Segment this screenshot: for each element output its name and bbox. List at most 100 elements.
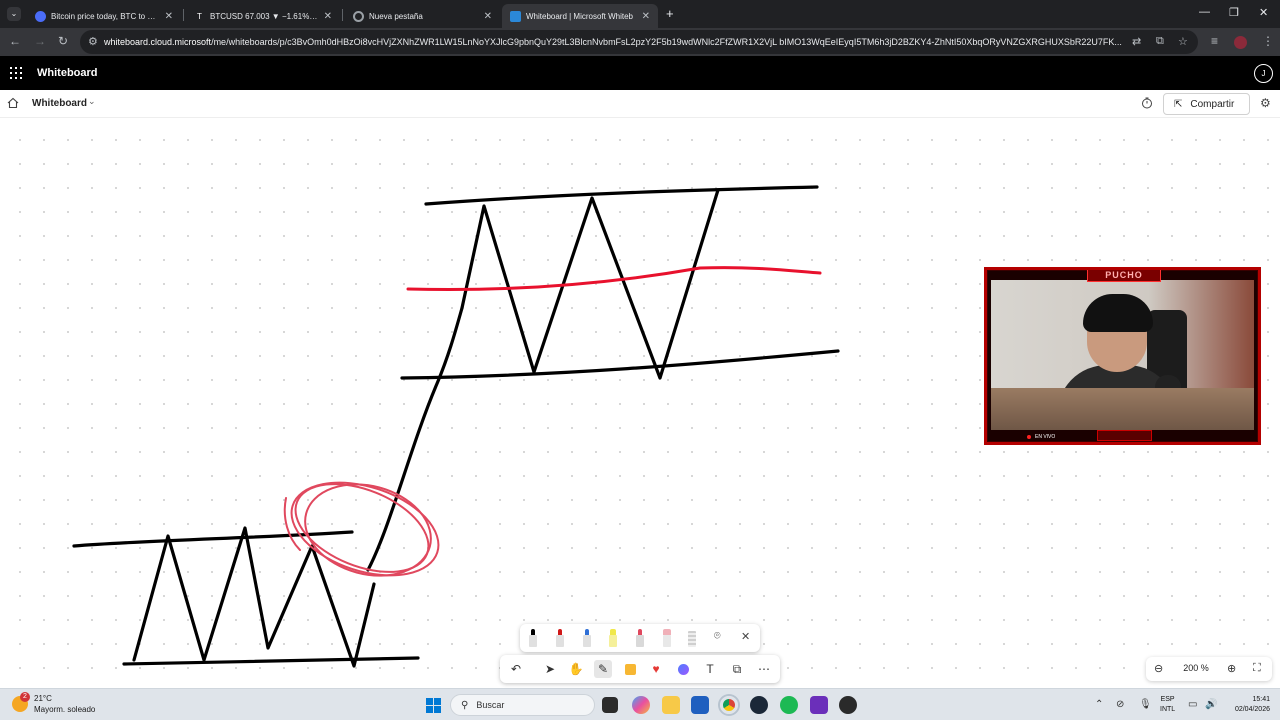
site-info-icon[interactable]: ⚙: [88, 35, 98, 48]
spotify-icon[interactable]: [780, 696, 798, 714]
media-control-icon[interactable]: ≡: [1211, 34, 1218, 48]
task-view-icon[interactable]: [602, 697, 618, 713]
tradingview-icon: T: [194, 10, 205, 22]
browser-tab-new[interactable]: Nueva pestaña ✕: [345, 4, 500, 28]
address-bar[interactable]: ⚙ whiteboard.cloud.microsoft/me/whiteboa…: [80, 30, 1198, 54]
ink-toolbar: ⌾ ✕: [520, 624, 760, 652]
forward-icon[interactable]: →: [34, 34, 46, 48]
share-button[interactable]: ⇱ Compartir: [1163, 93, 1250, 115]
show-hidden-icons-icon[interactable]: ⌃: [1095, 699, 1103, 710]
ink-top-line-upper: [424, 185, 819, 206]
ink-base-line-upper: [400, 349, 840, 380]
close-window-icon[interactable]: ✕: [1259, 6, 1268, 19]
weather-sun-icon: 2: [12, 692, 30, 712]
restore-icon[interactable]: ❐: [1229, 6, 1239, 19]
tab-search-button[interactable]: ⌄: [7, 7, 21, 21]
display-icon[interactable]: ▭: [1188, 699, 1197, 710]
lang-code: ESP: [1160, 696, 1175, 703]
back-icon[interactable]: ←: [9, 34, 21, 48]
black-pen-icon[interactable]: [528, 629, 538, 649]
sticky-note-icon[interactable]: [621, 660, 639, 678]
eraser-icon[interactable]: [662, 629, 672, 649]
user-avatar[interactable]: J: [1254, 64, 1273, 83]
file-explorer-icon[interactable]: [662, 696, 680, 714]
zoom-out-icon[interactable]: ⊖: [1154, 662, 1163, 675]
tab-title: Nueva pestaña: [369, 11, 423, 21]
webcam-overlay: PUCHO EN VIVO: [984, 267, 1261, 445]
more-tools-icon[interactable]: ⋯: [755, 660, 773, 678]
tab-title: BTCUSD 67.003 ▼ −1.61% Sin n: [210, 11, 318, 21]
keyboard-language[interactable]: ESP INTL: [1160, 695, 1175, 715]
tab-title: Bitcoin price today, BTC to USD: [51, 11, 159, 21]
zoom-in-icon[interactable]: ⊕: [1227, 662, 1236, 675]
search-placeholder: Buscar: [476, 700, 505, 710]
obs-icon[interactable]: [839, 696, 857, 714]
profile-avatar[interactable]: [1234, 36, 1247, 49]
settings-gear-icon[interactable]: ⚙: [1260, 96, 1271, 110]
close-ink-toolbar-icon[interactable]: ✕: [741, 630, 750, 643]
close-tab-icon[interactable]: ✕: [484, 11, 492, 22]
desk: [991, 388, 1254, 430]
keyboard-layout: INTL: [1160, 706, 1176, 713]
browser-tab-whiteboard[interactable]: Whiteboard | Microsoft Whiteb ✕: [502, 4, 658, 28]
ruler-icon[interactable]: [687, 629, 697, 649]
shapes-icon[interactable]: ⧉: [728, 660, 746, 678]
live-indicator: EN VIVO: [1027, 431, 1055, 442]
zoom-level[interactable]: 200 %: [1182, 663, 1210, 673]
close-tab-icon[interactable]: ✕: [642, 11, 650, 22]
close-tab-icon[interactable]: ✕: [165, 11, 173, 22]
chevron-down-icon[interactable]: ⌄: [88, 96, 96, 107]
pan-hand-icon[interactable]: ✋: [567, 660, 585, 678]
bookmark-star-icon[interactable]: ☆: [1178, 35, 1188, 48]
new-tab-button[interactable]: +: [666, 6, 674, 21]
microsoft-store-icon[interactable]: [691, 696, 709, 714]
ink-zigzag-lower: [132, 526, 376, 668]
notification-badge: 2: [20, 692, 30, 702]
taskbar-search[interactable]: ⚲ Buscar: [450, 694, 595, 716]
lasso-select-icon[interactable]: ⌾: [714, 630, 721, 643]
pink-highlighter-icon[interactable]: [635, 629, 645, 649]
chrome-app-icon[interactable]: [720, 696, 738, 714]
volume-icon[interactable]: 🔊: [1205, 699, 1217, 710]
close-tab-icon[interactable]: ✕: [324, 11, 332, 22]
browser-tab-coinmarketcap[interactable]: Bitcoin price today, BTC to USD ✕: [27, 4, 181, 28]
system-clock[interactable]: 15:41 02/04/2026: [1226, 695, 1270, 715]
microphone-icon[interactable]: 🎙: [1139, 699, 1152, 710]
pen-tool-icon[interactable]: ✎: [594, 660, 612, 678]
fit-to-screen-icon[interactable]: ⛶: [1253, 662, 1261, 675]
undo-icon[interactable]: ↶: [507, 660, 525, 678]
timer-icon[interactable]: [1141, 97, 1153, 109]
steam-icon[interactable]: [750, 696, 768, 714]
windows-start-icon[interactable]: [426, 698, 441, 713]
board-header: Whiteboard ⌄ ⇱ Compartir ⚙: [0, 90, 1280, 118]
translate-icon[interactable]: ⇄: [1132, 35, 1141, 48]
weather-widget[interactable]: 2 21°C Mayorm. soleado: [12, 692, 95, 715]
text-tool-icon[interactable]: T: [701, 660, 719, 678]
red-pen-icon[interactable]: [555, 629, 565, 649]
select-pointer-icon[interactable]: ➤: [541, 660, 559, 678]
copilot-icon[interactable]: [674, 660, 692, 678]
highlighter-icon[interactable]: [608, 629, 618, 649]
install-app-icon[interactable]: ⧉: [1156, 35, 1164, 48]
browser-tab-tradingview[interactable]: T BTCUSD 67.003 ▼ −1.61% Sin n ✕: [186, 4, 340, 28]
app-launcher-icon[interactable]: [10, 67, 22, 79]
zoom-controls: ⊖ 200 % ⊕ ⛶: [1146, 657, 1272, 681]
network-icon[interactable]: ⊘: [1116, 699, 1124, 710]
ink-breakout-line: [366, 306, 464, 572]
clock-date: 02/04/2026: [1234, 706, 1270, 713]
copilot-app-icon[interactable]: [632, 696, 650, 714]
visual-studio-icon[interactable]: [810, 696, 828, 714]
windows-taskbar: 2 21°C Mayorm. soleado ⚲ Buscar ⌃ ⊘ 🎙 ES…: [0, 688, 1280, 720]
minimize-icon[interactable]: —: [1199, 6, 1210, 18]
streamer-logo: PUCHO: [1087, 270, 1161, 282]
reload-icon[interactable]: ↻: [58, 34, 68, 48]
reactions-heart-icon[interactable]: ♥: [647, 660, 665, 678]
chrome-icon: [353, 10, 364, 22]
url-path: /me/whiteboards/p/c3BvOmh0dHBzOi8vcHVjZX…: [211, 37, 1122, 47]
board-name[interactable]: Whiteboard: [32, 98, 87, 109]
weather-temperature: 21°C: [34, 694, 52, 703]
url-text[interactable]: whiteboard.cloud.microsoft/me/whiteboard…: [104, 37, 1124, 47]
blue-pen-icon[interactable]: [582, 629, 592, 649]
home-icon[interactable]: [7, 97, 19, 109]
more-options-icon[interactable]: ⋮: [1262, 34, 1274, 48]
